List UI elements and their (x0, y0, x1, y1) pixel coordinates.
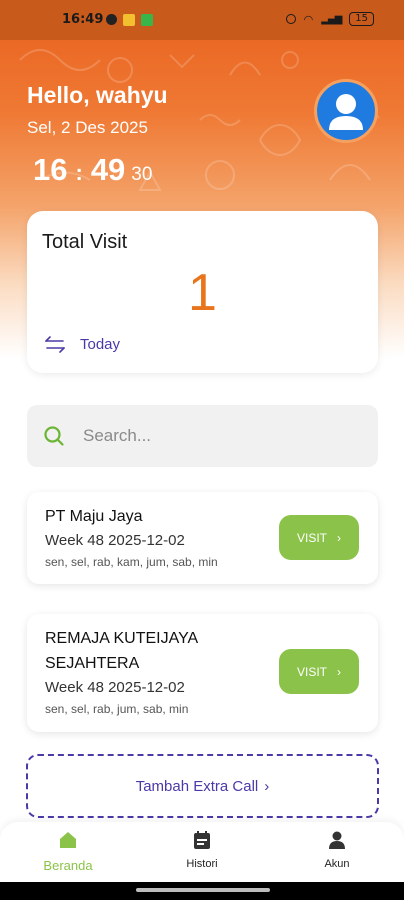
customer-name: REMAJA KUTEIJAYA (45, 630, 199, 647)
signal-icon: ▂▄▆ (321, 13, 342, 25)
chevron-right-icon: › (337, 664, 341, 679)
chevron-right-icon: › (337, 530, 341, 545)
nav-item-histori[interactable]: Histori (162, 830, 242, 870)
history-icon (194, 831, 210, 849)
bottom-nav: Beranda Histori Akun (0, 822, 404, 882)
user-icon (329, 94, 363, 130)
live-clock: 16 : 49 30 (33, 152, 152, 188)
visit-week: Week 48 2025-12-02 (45, 679, 185, 696)
home-indicator[interactable] (136, 888, 270, 892)
clock-separator: : (75, 160, 83, 185)
app-j-icon (123, 14, 135, 26)
total-visit-count: 1 (188, 264, 217, 322)
customer-name: PT Maju Jaya (45, 508, 143, 525)
battery-icon: 15 (349, 12, 374, 26)
home-icon (60, 832, 76, 848)
clock-second: 30 (131, 164, 153, 185)
notification-icons (106, 14, 153, 26)
alarm-icon (285, 14, 296, 24)
add-extra-call-button[interactable]: Tambah Extra Call › (26, 754, 379, 818)
visit-button[interactable]: VISIT › (279, 515, 359, 560)
nav-item-beranda[interactable]: Beranda (28, 830, 108, 873)
visit-item: PT Maju Jaya Week 48 2025-12-02 sen, sel… (27, 492, 378, 584)
avatar[interactable] (314, 79, 378, 143)
wifi-icon: ◠ (303, 12, 314, 26)
search-icon (44, 426, 64, 446)
chevron-right-icon: › (264, 777, 270, 795)
nav-label: Beranda (43, 858, 93, 873)
status-bar: 16:49 ◠ ▂▄▆ 15 (0, 0, 404, 40)
nav-label: Histori (186, 858, 218, 870)
telegram-icon (106, 14, 117, 25)
visit-button-label: VISIT (296, 664, 327, 679)
current-date: Sel, 2 Des 2025 (27, 118, 148, 137)
customer-name-line2: SEJAHTERA (45, 655, 140, 672)
nav-label: Akun (324, 858, 350, 870)
visit-days: sen, sel, rab, jum, sab, min (45, 702, 189, 716)
visit-week: Week 48 2025-12-02 (45, 532, 185, 549)
clock-minute: 49 (90, 152, 126, 187)
clock-hour: 16 (33, 152, 68, 187)
search-input[interactable] (83, 421, 363, 451)
total-visit-title: Total Visit (42, 231, 128, 253)
visit-days: sen, sel, rab, kam, jum, sab, min (45, 555, 218, 569)
period-label: Today (80, 335, 121, 353)
status-time: 16:49 (62, 12, 104, 27)
add-extra-call-label: Tambah Extra Call (135, 777, 259, 795)
nav-item-akun[interactable]: Akun (297, 830, 377, 870)
swap-icon (45, 336, 65, 353)
visit-item: REMAJA KUTEIJAYA SEJAHTERA Week 48 2025-… (27, 614, 378, 732)
visit-button[interactable]: VISIT › (279, 649, 359, 694)
gesture-bar (0, 882, 404, 900)
period-toggle[interactable]: Today (44, 335, 120, 353)
search-bar[interactable] (27, 405, 378, 467)
account-icon (329, 831, 345, 849)
app-b-icon (141, 14, 153, 26)
total-visit-card: Total Visit 1 Today (27, 211, 378, 373)
greeting-text: Hello, wahyu (27, 82, 168, 108)
visit-button-label: VISIT (296, 530, 327, 545)
